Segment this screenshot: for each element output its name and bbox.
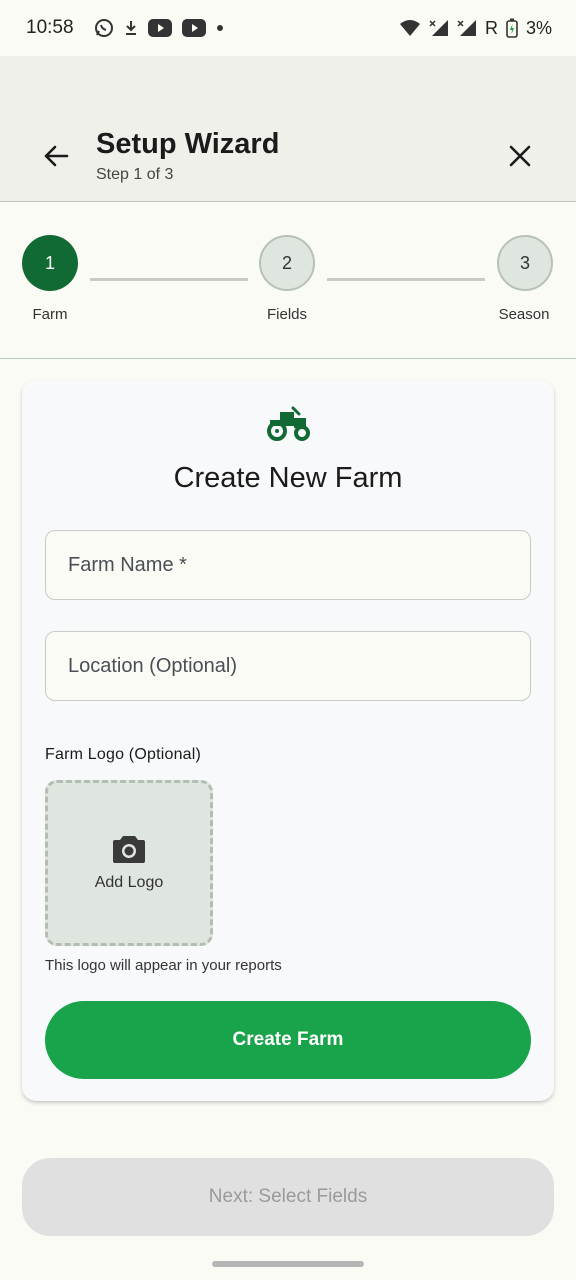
add-logo-button[interactable]: Add Logo bbox=[45, 780, 213, 946]
whatsapp-icon bbox=[94, 18, 114, 38]
card-title: Create New Farm bbox=[173, 462, 403, 494]
location-input[interactable] bbox=[46, 632, 530, 700]
arrow-left-icon bbox=[44, 145, 69, 167]
create-farm-card: Create New Farm Farm Logo (Optional) Add… bbox=[22, 380, 554, 1101]
next-select-fields-button[interactable]: Next: Select Fields bbox=[22, 1158, 554, 1236]
battery-icon bbox=[506, 18, 518, 38]
close-button[interactable] bbox=[500, 136, 540, 176]
step-2-circle[interactable]: 2 bbox=[259, 235, 315, 291]
tractor-icon bbox=[266, 406, 312, 442]
wifi-icon bbox=[399, 19, 421, 37]
dot-icon bbox=[216, 24, 224, 32]
farm-logo-label: Farm Logo (Optional) bbox=[45, 746, 202, 763]
battery-percent: 3% bbox=[525, 17, 552, 38]
signal-icon bbox=[457, 19, 477, 37]
app-bar: Setup Wizard Step 1 of 3 bbox=[0, 56, 576, 202]
create-farm-button[interactable]: Create Farm bbox=[45, 1001, 531, 1079]
step-connector bbox=[90, 278, 248, 281]
step-2-label: Fields bbox=[266, 306, 307, 323]
back-button[interactable] bbox=[36, 136, 76, 176]
farm-name-input[interactable] bbox=[46, 531, 530, 599]
farm-name-field[interactable] bbox=[45, 530, 531, 600]
logo-hint: This logo will appear in your reports bbox=[45, 957, 282, 974]
location-field[interactable] bbox=[45, 631, 531, 701]
page-title: Setup Wizard bbox=[96, 128, 280, 160]
status-bar: 10:58 R 3% bbox=[0, 0, 576, 56]
step-indicator: Step 1 of 3 bbox=[96, 166, 174, 183]
home-indicator[interactable] bbox=[212, 1261, 364, 1267]
youtube-icon bbox=[147, 19, 172, 37]
youtube-icon bbox=[181, 19, 206, 37]
add-logo-label: Add Logo bbox=[94, 874, 164, 891]
step-1-circle[interactable]: 1 bbox=[22, 235, 78, 291]
step-1-label: Farm bbox=[32, 306, 68, 323]
step-3-label: Season bbox=[498, 306, 550, 323]
close-icon bbox=[509, 145, 531, 167]
step-3-circle[interactable]: 3 bbox=[497, 235, 553, 291]
roaming-indicator: R bbox=[484, 17, 498, 38]
signal-icon bbox=[429, 19, 449, 37]
camera-icon bbox=[113, 836, 145, 863]
step-connector bbox=[327, 278, 485, 281]
download-icon bbox=[124, 20, 138, 36]
status-time: 10:58 bbox=[26, 17, 74, 38]
wizard-stepper: 1 2 3 Farm Fields Season bbox=[0, 202, 576, 359]
